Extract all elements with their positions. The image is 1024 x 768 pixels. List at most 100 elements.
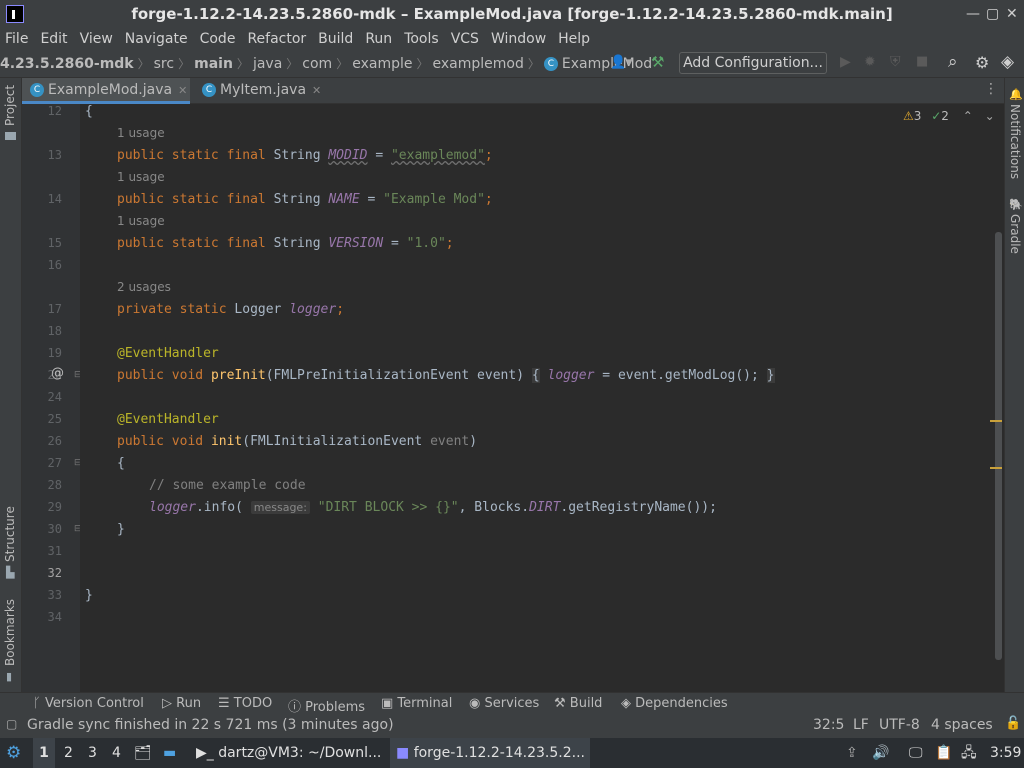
display-icon[interactable]: 🖵 [909,738,923,768]
status-message[interactable]: Gradle sync finished in 22 s 721 ms (3 m… [27,717,394,733]
line-separator[interactable]: LF [853,717,869,733]
debug-icon[interactable]: ✹ [864,54,876,70]
workspace-4[interactable]: 4 [112,738,121,768]
tab-myitem[interactable]: C MyItem.java ✕ [194,78,324,104]
class-icon: C [543,56,558,71]
status-toggle-icon[interactable]: ▢ [6,717,17,731]
usage-hint[interactable]: 2 usages [117,280,171,294]
menu-navigate[interactable]: Navigate [119,31,194,47]
file-encoding[interactable]: UTF-8 [879,717,920,733]
close-tab-icon[interactable]: ✕ [178,84,187,97]
menu-edit[interactable]: Edit [34,31,73,47]
line-number: 24 [47,390,62,404]
problems-button[interactable]: ⓘ Problems [288,696,365,715]
scroll-marker [990,420,1002,422]
chevron-right-icon: 〉 [137,57,150,71]
close-button[interactable]: ✕ [1006,6,1018,22]
gear-icon[interactable]: ⚙ [975,53,989,72]
gradle-tool-button[interactable]: Gradle [1008,214,1022,254]
upload-icon[interactable]: ⇪ [846,738,858,768]
lock-icon[interactable]: 🔓 [1005,716,1021,731]
show-desktop-icon[interactable]: ▬ [163,738,176,768]
override-marker-icon[interactable]: @ [51,366,64,381]
start-menu-icon[interactable]: ⚙ [6,738,21,768]
warning-count: 3 [913,109,922,123]
breadcrumb-java[interactable]: java [249,56,286,72]
clipboard-icon[interactable]: 📋 [935,738,952,768]
services-button[interactable]: ◉ Services [469,696,539,711]
tab-label: MyItem.java [220,82,307,98]
structure-icon: ▙ [6,566,15,579]
editor-scrollbar-thumb[interactable] [995,232,1002,660]
breadcrumb-src[interactable]: src [150,56,178,72]
run-icon[interactable]: ▶ [840,54,851,70]
version-control-button[interactable]: ᚴ Version Control [33,696,144,711]
chevron-up-icon[interactable]: ⌃ [963,109,973,123]
inspection-widget[interactable]: ⚠3 ✓2 ⌃ ⌄ [903,109,995,123]
usage-hint[interactable]: 1 usage [117,170,165,184]
minimize-button[interactable]: — [966,6,980,22]
ide-task[interactable]: ■ forge-1.12.2-14.23.5.2... [390,738,590,768]
structure-tool-button[interactable]: Structure [3,506,17,562]
branch-icon: ᚴ [33,696,45,711]
add-configuration-button[interactable]: Add Configuration... [679,52,827,74]
close-tab-icon[interactable]: ✕ [312,84,321,97]
menu-build[interactable]: Build [312,31,359,47]
menu-refactor[interactable]: Refactor [241,31,312,47]
file-manager-icon[interactable]: 🗂 [134,738,152,768]
menu-vcs[interactable]: VCS [445,31,485,47]
coverage-icon[interactable]: ⛨ [890,54,901,70]
code-line: public static final String VERSION = "1.… [117,236,454,251]
terminal-icon: ▶_ [196,745,219,761]
breadcrumb-main[interactable]: main [190,56,237,72]
caret-position[interactable]: 32:5 [813,717,844,733]
workspace-3[interactable]: 3 [88,738,97,768]
menu-help[interactable]: Help [552,31,596,47]
breadcrumb-examplemod[interactable]: examplemod [429,56,528,72]
editor-tab-bar: C ExampleMod.java ✕ C MyItem.java ✕ ⋮ [22,78,1004,104]
usage-hint[interactable]: 1 usage [117,214,165,228]
code-editor[interactable]: { 1 usage public static final String MOD… [80,104,995,692]
indent-setting[interactable]: 4 spaces [931,717,993,733]
user-icon[interactable]: 👤▾ [610,55,633,70]
menu-window[interactable]: Window [485,31,552,47]
project-tool-button[interactable]: Project [3,85,17,126]
menu-code[interactable]: Code [194,31,242,47]
usage-hint[interactable]: 1 usage [117,126,165,140]
workspace-1[interactable]: 1 [33,738,55,768]
menu-tools[interactable]: Tools [398,31,445,47]
network-icon[interactable]: 🖧 [961,738,977,768]
dependencies-button[interactable]: ◈ Dependencies [621,696,728,711]
tool-window-bar: ᚴ Version Control ▷ Run ☰ TODO ⓘ Problem… [0,692,1024,715]
menu-view[interactable]: View [74,31,119,47]
volume-icon[interactable]: 🔊 [872,738,889,768]
restore-button[interactable]: ▢ [986,6,999,22]
terminal-button[interactable]: ▣ Terminal [381,696,452,711]
stop-icon[interactable]: ■ [916,54,928,69]
menu-file[interactable]: File [0,31,34,47]
todo-button[interactable]: ☰ TODO [218,696,272,711]
search-icon[interactable]: ⌕ [948,52,958,72]
menu-run[interactable]: Run [359,31,398,47]
jetbrains-logo-icon[interactable]: ◈ [1001,52,1014,72]
terminal-task[interactable]: ▶_ dartz@VM3: ~/Downl... [192,738,385,768]
scroll-marker [990,467,1002,469]
workspace-2[interactable]: 2 [64,738,73,768]
breadcrumb-project[interactable]: 4.23.5.2860-mdk [0,56,138,72]
line-number: 34 [47,610,62,624]
title-bar: forge-1.12.2-14.23.5.2860-mdk – ExampleM… [0,0,1024,28]
bookmarks-tool-button[interactable]: Bookmarks [3,599,17,666]
code-line: } [85,588,93,603]
breadcrumb-example[interactable]: example [348,56,416,72]
clock[interactable]: 3:59 [990,738,1021,768]
notifications-tool-button[interactable]: Notifications [1008,104,1022,179]
more-tabs-icon[interactable]: ⋮ [984,81,998,97]
hammer-build-icon[interactable]: ⚒ [651,53,664,71]
build-tool-button[interactable]: ⚒ Build [554,696,602,711]
tab-examplemod[interactable]: C ExampleMod.java ✕ [22,78,190,104]
breadcrumb-com[interactable]: com [298,56,336,72]
class-icon: C [30,83,44,97]
breadcrumb-class[interactable]: C ExampleMod [540,56,656,72]
line-number: 29 [47,500,62,514]
run-tool-button[interactable]: ▷ Run [162,696,201,711]
